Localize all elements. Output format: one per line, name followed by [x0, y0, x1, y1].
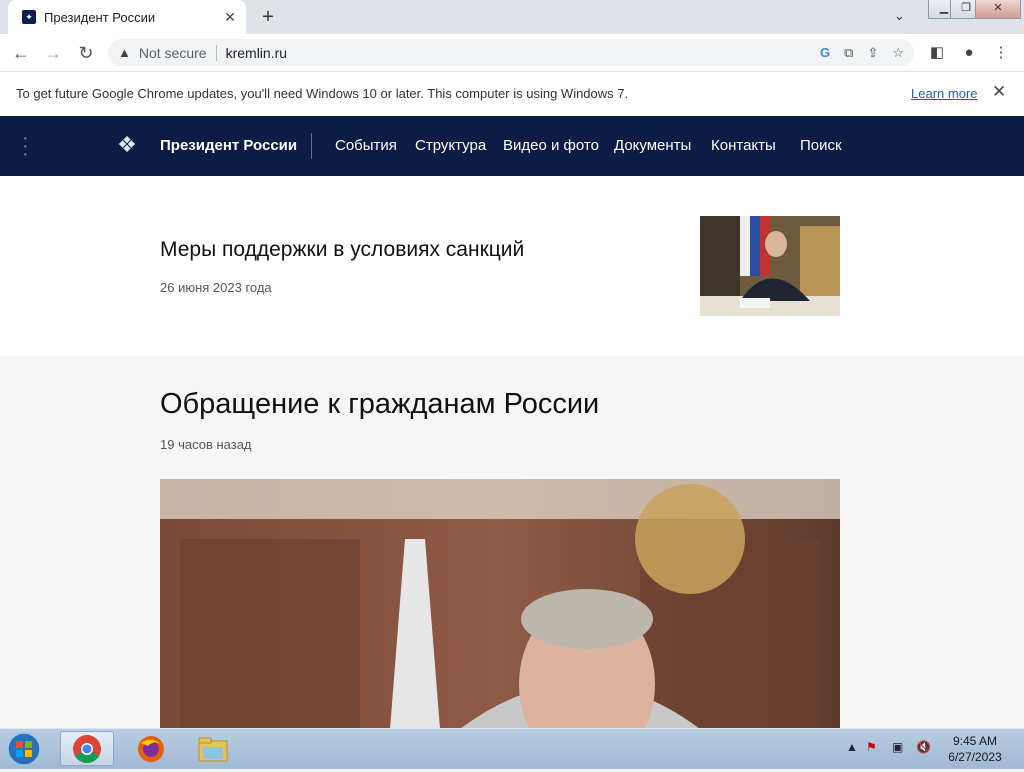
kremlin-favicon-icon: ✦	[22, 10, 36, 24]
eagle-emblem-icon[interactable]: ❖	[112, 130, 142, 160]
network-icon[interactable]: ▣	[892, 740, 903, 754]
google-icon[interactable]: G	[820, 45, 830, 61]
tab-close-icon[interactable]: ✕	[220, 9, 240, 26]
menu-kebab-icon[interactable]: ⋮	[990, 42, 1012, 64]
article-thumbnail[interactable]	[700, 216, 840, 316]
close-window-button[interactable]: ✕	[975, 0, 1021, 19]
show-hidden-icons-icon[interactable]: ▲	[846, 740, 858, 754]
translate-icon[interactable]: ⧉	[844, 45, 853, 61]
profile-avatar-icon[interactable]: ●	[958, 42, 980, 64]
volume-muted-icon[interactable]: 🔇	[916, 740, 931, 754]
main-article-photo[interactable]	[160, 479, 840, 729]
share-icon[interactable]: ⇪	[867, 45, 878, 61]
tab-search-chevron-icon[interactable]: ⌄	[894, 8, 905, 24]
nav-structure[interactable]: Структура	[415, 137, 486, 154]
taskbar-chrome-icon[interactable]	[60, 731, 114, 766]
reload-icon[interactable]: ↻	[75, 42, 97, 64]
address-bar[interactable]: ▲ Not secure kremlin.ru G ⧉ ⇪ ☆	[108, 39, 914, 66]
infobar-close-icon[interactable]: ✕	[992, 82, 1006, 102]
nav-documents[interactable]: Документы	[614, 137, 691, 154]
taskbar-explorer-icon[interactable]	[186, 731, 240, 766]
article-date: 26 июня 2023 года	[160, 280, 272, 295]
article-card	[0, 176, 1024, 356]
action-center-flag-icon[interactable]: ⚑	[866, 740, 877, 754]
menu-dots-icon[interactable]: · · ·	[22, 128, 29, 164]
start-button[interactable]	[4, 731, 44, 767]
infobar-message: To get future Google Chrome updates, you…	[16, 86, 629, 101]
nav-events[interactable]: События	[335, 137, 397, 154]
nav-contacts[interactable]: Контакты	[711, 137, 776, 154]
taskbar-firefox-icon[interactable]	[124, 731, 178, 766]
site-brand-link[interactable]: Президент России	[160, 137, 297, 154]
header-divider	[311, 133, 312, 159]
nav-video-photo[interactable]: Видео и фото	[503, 137, 599, 154]
forward-arrow-icon[interactable]: →	[42, 42, 64, 64]
article-title[interactable]: Меры поддержки в условиях санкций	[160, 238, 524, 262]
back-arrow-icon[interactable]: ←	[10, 42, 32, 64]
omnibox-divider	[215, 44, 217, 61]
taskbar-clock[interactable]: 9:45 AM 6/27/2023	[940, 733, 1010, 765]
learn-more-link[interactable]: Learn more	[911, 86, 977, 101]
bookmark-star-icon[interactable]: ☆	[892, 45, 904, 61]
clock-time: 9:45 AM	[952, 734, 998, 748]
clock-date: 6/27/2023	[948, 750, 1002, 764]
new-tab-button[interactable]: +	[256, 6, 280, 28]
nav-search[interactable]: Поиск	[800, 137, 842, 154]
url-text[interactable]: kremlin.ru	[226, 45, 287, 61]
tab-title: Президент России	[44, 9, 156, 25]
main-article-title[interactable]: Обращение к гражданам России	[160, 388, 599, 421]
not-secure-label[interactable]: Not secure	[139, 45, 207, 61]
side-panel-icon[interactable]: ◧	[926, 42, 948, 64]
main-article-date: 19 часов назад	[160, 437, 252, 452]
browser-tab[interactable]: ✦ Президент России ✕	[8, 0, 246, 34]
warning-triangle-icon[interactable]: ▲	[118, 45, 131, 60]
